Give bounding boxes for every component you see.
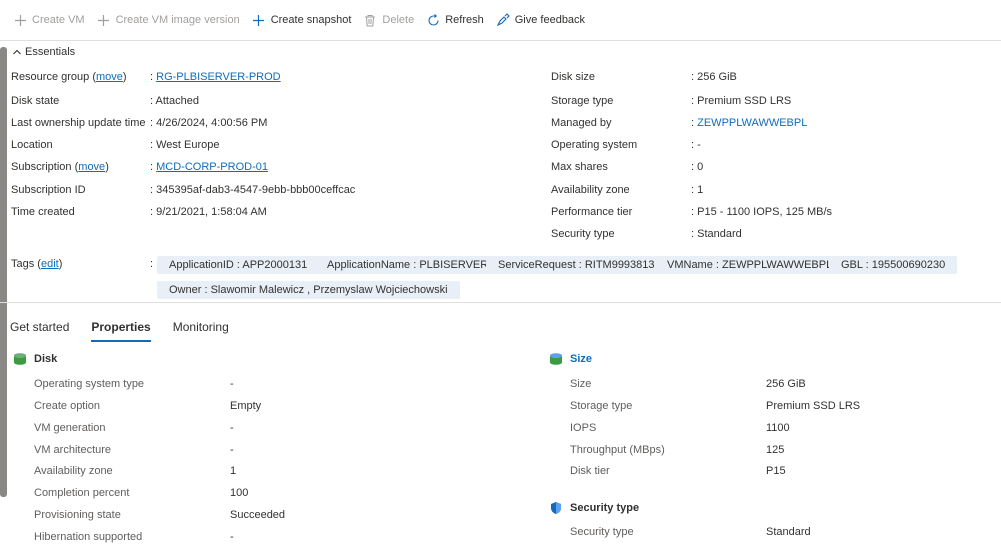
essentials-title: Essentials [25, 46, 76, 58]
give-feedback-button[interactable]: Give feedback [496, 8, 585, 32]
security-type-value: Standard [697, 228, 742, 240]
disk-icon [549, 352, 563, 366]
resource-group-label: Resource group (move) [11, 71, 127, 83]
plus-icon [252, 13, 266, 27]
tab-bar: Get started Properties Monitoring [10, 318, 251, 344]
chevron-up-icon [12, 47, 22, 57]
essentials-divider [0, 302, 1001, 303]
property-row: IOPS 1100 [570, 422, 790, 434]
subscription-id-label: Subscription ID [11, 184, 86, 196]
availability-zone-label: Availability zone [551, 184, 630, 196]
managed-by-label: Managed by [551, 117, 612, 129]
resource-group-link[interactable]: RG-PLBISERVER-PROD [156, 71, 281, 83]
essentials-toggle[interactable]: Essentials [12, 46, 75, 58]
property-row: Throughput (MBps) 125 [570, 444, 785, 456]
subscription-id-value: 345395af-dab3-4547-9ebb-bbb00ceffcac [156, 184, 356, 196]
disk-size-label: Disk size [551, 71, 596, 83]
tab-get-started[interactable]: Get started [10, 318, 69, 344]
give-feedback-label: Give feedback [514, 14, 586, 26]
disk-size-value: 256 GiB [697, 71, 737, 83]
property-row: Availability zone 1 [34, 465, 237, 477]
refresh-button[interactable]: Refresh [426, 8, 484, 32]
resource-group-move-link[interactable]: move [96, 71, 123, 83]
command-bar: Create VM Create VM image version Create… [0, 0, 1001, 41]
property-row: Security type Standard [570, 526, 811, 538]
property-row: Operating system type - [34, 378, 234, 390]
location-value: West Europe [156, 139, 220, 151]
tab-properties[interactable]: Properties [91, 318, 152, 344]
tab-monitoring[interactable]: Monitoring [173, 318, 229, 344]
operating-system-label: Operating system [551, 139, 638, 151]
max-shares-value: 0 [697, 161, 704, 173]
security-section-title: Security type [549, 501, 639, 515]
time-created-label: Time created [11, 206, 75, 218]
ownership-update-label: Last ownership update time [11, 117, 146, 129]
property-row: Size 256 GiB [570, 378, 806, 390]
time-created-value: 9/21/2021, 1:58:04 AM [156, 206, 267, 218]
create-vm-label: Create VM [32, 14, 85, 26]
ownership-update-value: 4/26/2024, 4:00:56 PM [156, 117, 268, 129]
managed-by-link[interactable]: ZEWPPLWAWWEBPL [697, 117, 807, 129]
tag-chip: ServiceRequest : RITM9993813 [486, 256, 667, 274]
vertical-scrollbar[interactable] [0, 47, 7, 497]
plus-icon [13, 13, 27, 27]
property-row: Completion percent 100 [34, 487, 249, 499]
subscription-label: Subscription (move) [11, 161, 109, 173]
subscription-link[interactable]: MCD-CORP-PROD-01 [156, 161, 268, 173]
storage-type-value: Premium SSD LRS [697, 95, 792, 107]
refresh-icon [426, 13, 440, 27]
disk-section-title: Disk [13, 352, 57, 366]
performance-tier-label: Performance tier [551, 206, 633, 218]
shield-icon [549, 501, 563, 515]
performance-tier-value: P15 - 1100 IOPS, 125 MB/s [697, 206, 833, 218]
delete-label: Delete [382, 14, 415, 26]
create-snapshot-button[interactable]: Create snapshot [252, 8, 352, 32]
tag-chip: ApplicationID : APP2000131 [157, 256, 320, 274]
property-row: Disk tier P15 [570, 465, 786, 477]
disk-icon [13, 352, 27, 366]
availability-zone-value: 1 [697, 184, 704, 196]
tags-edit-link[interactable]: edit [41, 258, 59, 270]
disk-state-value: Attached [155, 95, 199, 107]
feedback-icon [496, 13, 510, 27]
property-row: Hibernation supported - [34, 531, 234, 543]
tag-chip: ApplicationName : PLBISERVER [315, 256, 501, 274]
property-row: Storage type Premium SSD LRS [570, 400, 861, 412]
property-row: Create option Empty [34, 400, 262, 412]
property-row: VM architecture - [34, 444, 234, 456]
subscription-move-link[interactable]: move [78, 161, 105, 173]
refresh-label: Refresh [445, 14, 484, 26]
create-vm-image-button[interactable]: Create VM image version [97, 8, 240, 32]
max-shares-label: Max shares [551, 161, 608, 173]
create-vm-button[interactable]: Create VM [13, 8, 85, 32]
location-label: Location [11, 139, 53, 151]
tag-chip: GBL : 195500690230 [829, 256, 958, 274]
create-vm-image-label: Create VM image version [115, 14, 240, 26]
security-type-label: Security type [551, 228, 615, 240]
tag-chip: Owner : Slawomir Malewicz , Przemyslaw W… [157, 281, 460, 299]
create-snapshot-label: Create snapshot [270, 14, 352, 26]
storage-type-label: Storage type [551, 95, 614, 107]
disk-state-label: Disk state [11, 95, 60, 107]
plus-icon [97, 13, 111, 27]
operating-system-value: - [697, 139, 701, 151]
trash-icon [363, 13, 377, 27]
size-section-title: Size [549, 352, 592, 366]
delete-button[interactable]: Delete [363, 8, 414, 32]
property-row: Provisioning state Succeeded [34, 509, 286, 521]
property-row: VM generation - [34, 422, 234, 434]
tag-chip: VMName : ZEWPPLWAWWEBPL [655, 256, 845, 274]
